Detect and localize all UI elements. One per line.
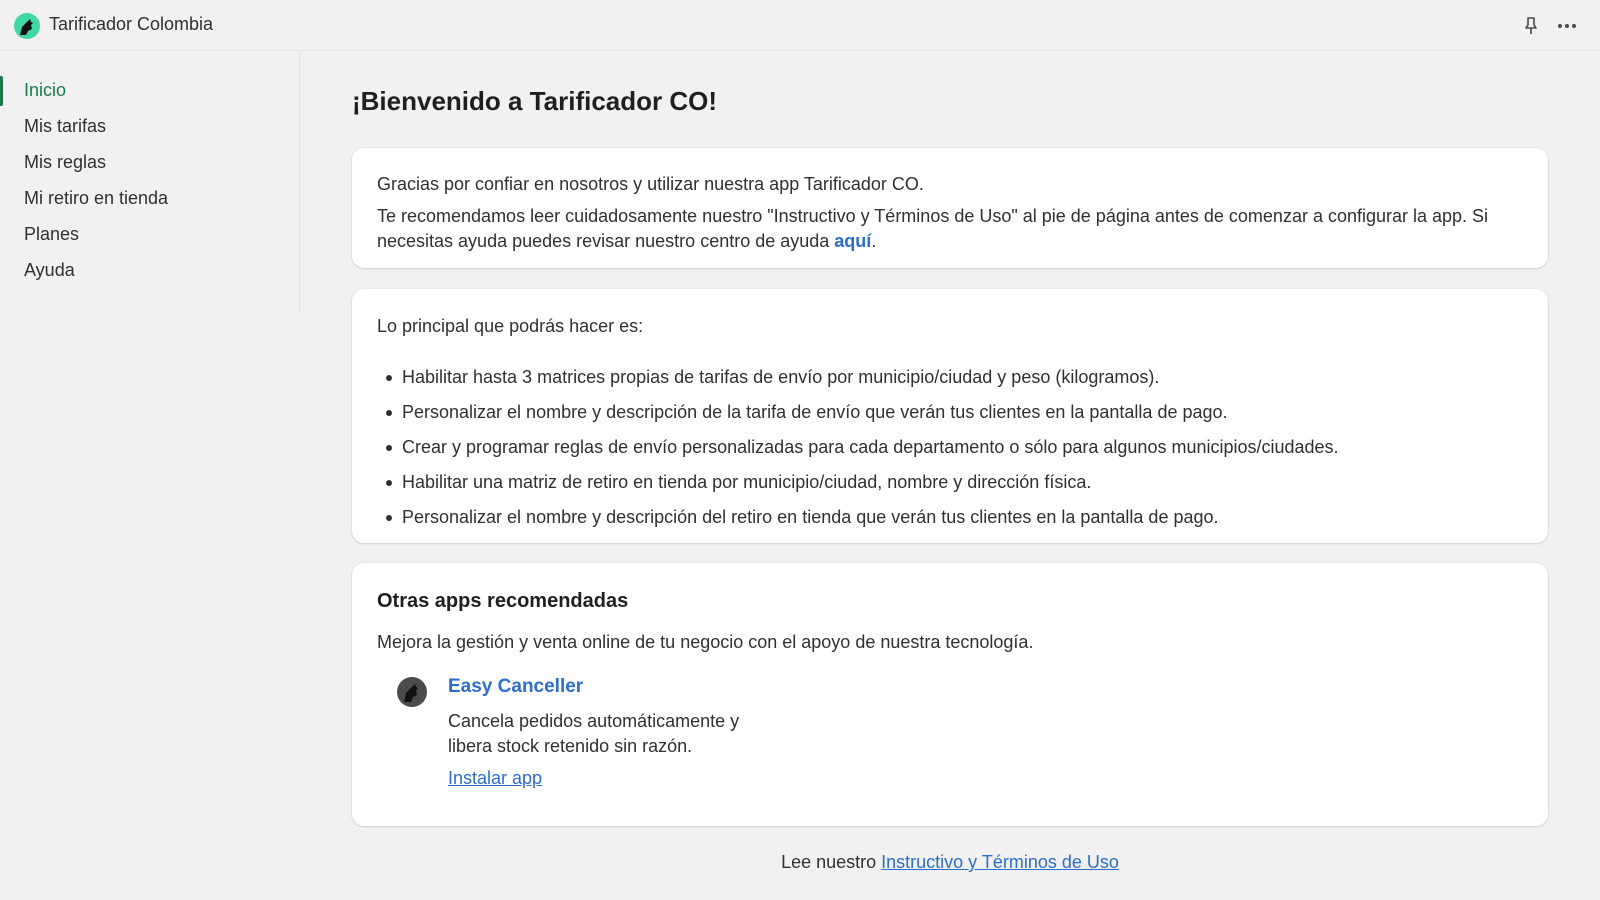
terms-link[interactable]: Instructivo y Términos de Uso (881, 852, 1119, 872)
more-horizontal-icon[interactable] (1555, 14, 1579, 38)
recommended-apps-heading: Otras apps recomendadas (377, 590, 629, 612)
welcome-text: Gracias por confiar en nosotros y utiliz… (377, 174, 924, 194)
install-app-link[interactable]: Instalar app (448, 768, 542, 789)
page-title: ¡Bienvenido a Tarificador CO! (352, 86, 718, 116)
welcome-help-prefix: Te recomendamos leer cuidadosamente nues… (377, 206, 1489, 251)
list-item: Crear y programar reglas de envío person… (377, 435, 1339, 470)
top-bar: Tarificador Colombia (0, 0, 1600, 51)
sidebar-item-label: Inicio (24, 79, 67, 100)
list-item: Personalizar el nombre y descripción de … (377, 400, 1339, 435)
sidebar-item-label: Mis reglas (24, 151, 107, 172)
easy-canceller-link[interactable]: Easy Canceller (448, 676, 583, 698)
sidebar-item-label: Mis tarifas (24, 115, 107, 136)
recommended-apps-subtitle: Mejora la gestión y venta online de tu n… (377, 632, 1034, 652)
easy-canceller-logo-icon (397, 677, 427, 707)
help-center-link[interactable]: aquí (834, 231, 871, 251)
sidebar-item-inicio[interactable]: Inicio (0, 72, 299, 108)
sidebar-nav: Inicio Mis tarifas Mis reglas Mi retiro … (0, 51, 300, 311)
list-item: Habilitar una matriz de retiro en tienda… (377, 470, 1339, 505)
pin-icon[interactable] (1519, 14, 1543, 38)
list-item: Personalizar el nombre y descripción del… (377, 505, 1339, 540)
easy-canceller-description: Cancela pedidos automáticamente y libera… (448, 711, 740, 756)
footer-prefix: Lee nuestro (781, 852, 882, 872)
features-intro: Lo principal que podrás hacer es: (377, 316, 644, 336)
welcome-help-text: Te recomendamos leer cuidadosamente nues… (377, 204, 1523, 254)
sidebar-item-label: Ayuda (24, 259, 75, 280)
welcome-card: Gracias por confiar en nosotros y utiliz… (352, 148, 1548, 268)
recommended-apps-card: Otras apps recomendadas Mejora la gestió… (352, 563, 1548, 826)
wolf-logo-icon (14, 13, 40, 39)
footer: Lee nuestro Instructivo y Términos de Us… (352, 852, 1548, 873)
app-title: Tarificador Colombia (49, 14, 214, 34)
sidebar-item-mi-retiro-en-tienda[interactable]: Mi retiro en tienda (0, 180, 299, 216)
welcome-help-suffix: . (871, 231, 877, 251)
list-item: Habilitar hasta 3 matrices propias de ta… (377, 365, 1339, 400)
sidebar-item-ayuda[interactable]: Ayuda (0, 252, 299, 288)
features-list: Habilitar hasta 3 matrices propias de ta… (377, 365, 1339, 540)
sidebar-item-label: Mi retiro en tienda (24, 187, 169, 208)
sidebar-item-mis-tarifas[interactable]: Mis tarifas (0, 108, 299, 144)
sidebar-item-mis-reglas[interactable]: Mis reglas (0, 144, 299, 180)
sidebar-item-label: Planes (24, 223, 80, 244)
sidebar-item-planes[interactable]: Planes (0, 216, 299, 252)
features-card: Lo principal que podrás hacer es: Habili… (352, 289, 1548, 543)
